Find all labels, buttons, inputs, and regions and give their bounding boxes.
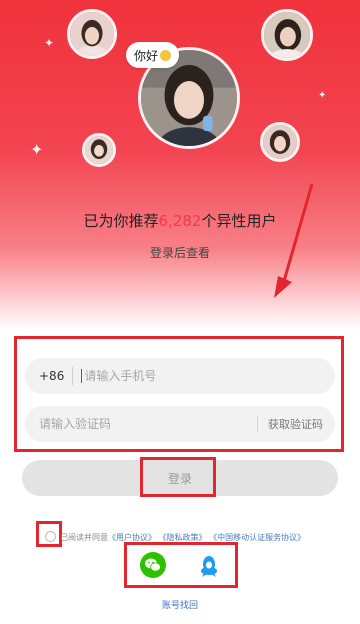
phone-input[interactable] (84, 369, 335, 383)
text-caret (81, 369, 83, 383)
mobile-auth-agreement-link[interactable]: 《中国移动认证服务协议》 (209, 533, 305, 542)
phone-field[interactable]: +86 (25, 358, 335, 394)
get-code-button[interactable]: 获取验证码 (257, 415, 335, 433)
annotation-box-login (140, 457, 216, 497)
recommend-count: 6,282 (158, 212, 202, 230)
account-recovery-link[interactable]: 账号找回 (0, 598, 360, 611)
sparkle-icon: ✦ (30, 140, 44, 159)
sparkle-icon: ✦ (318, 90, 327, 101)
wechat-icon[interactable] (140, 552, 166, 578)
qq-icon[interactable] (196, 552, 222, 578)
field-divider (72, 367, 74, 385)
annotation-box-checkbox (36, 521, 62, 547)
smile-emoji-icon (160, 49, 172, 61)
sparkle-icon: ✦ (44, 36, 55, 50)
user-agreement-link[interactable]: 《用户协议》 (108, 533, 156, 542)
greeting-bubble: 你好 (126, 42, 180, 68)
code-field[interactable]: 获取验证码 (25, 406, 335, 442)
greeting-text: 你好 (134, 48, 159, 63)
hero-banner: ✦ ✦ ✦ 你好 已为你推荐6,282个异性用户 登录后查看 (0, 0, 360, 330)
avatar (260, 122, 300, 162)
code-input[interactable] (39, 417, 257, 431)
country-code[interactable]: +86 (25, 369, 72, 383)
avatar (67, 9, 117, 59)
avatar (261, 9, 313, 61)
annotation-arrow-icon (274, 183, 314, 298)
privacy-policy-link[interactable]: 《隐私政策》 (159, 533, 207, 542)
avatar (82, 133, 116, 167)
